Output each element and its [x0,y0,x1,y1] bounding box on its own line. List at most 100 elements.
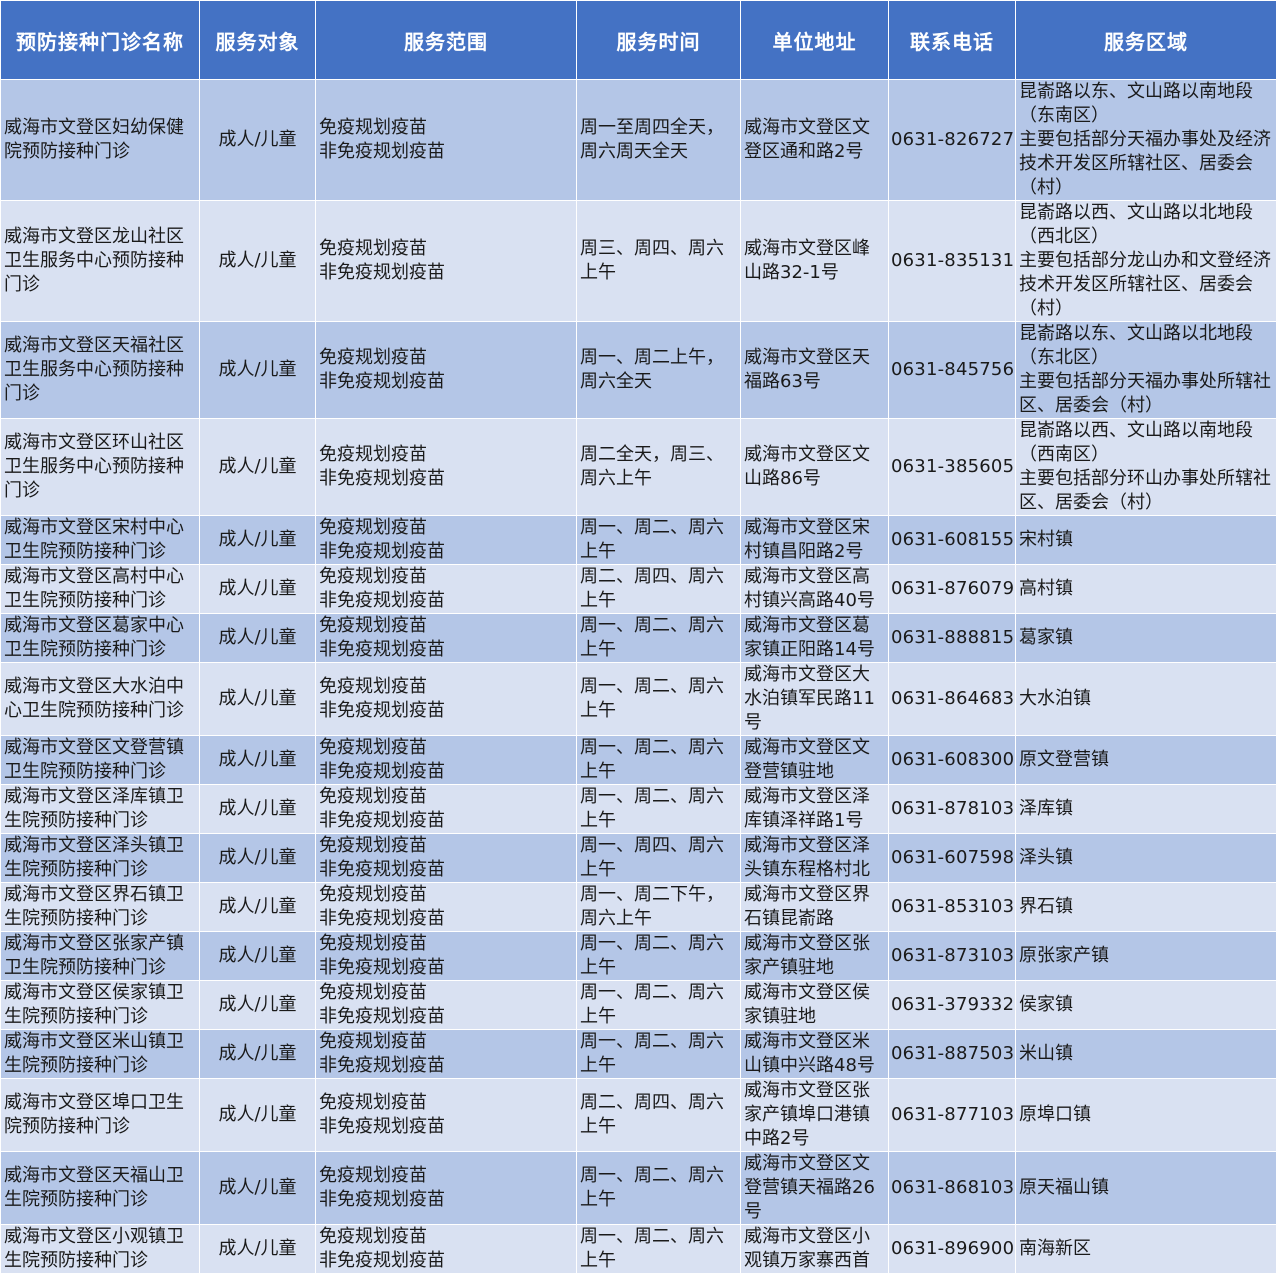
service-area-cell: 大水泊镇 [1016,663,1276,736]
clinic-name-cell: 威海市文登区埠口卫生院预防接种门诊 [1,1079,200,1152]
header-service-scope: 服务范围 [316,1,577,80]
service-target-cell: 成人/儿童 [200,981,316,1030]
service-target-cell: 成人/儿童 [200,419,316,516]
scope-line: 非免疫规划疫苗 [319,467,573,491]
service-time-cell: 周一、周二、周六上午 [577,736,741,785]
table-row: 威海市文登区泽头镇卫生院预防接种门诊成人/儿童免疫规划疫苗非免疫规划疫苗周一、周… [1,834,1276,883]
area-line: 主要包括部分环山办事处所辖社区、居委会（村） [1019,467,1273,515]
table-row: 威海市文登区环山社区卫生服务中心预防接种门诊成人/儿童免疫规划疫苗非免疫规划疫苗… [1,419,1276,516]
clinic-name-cell: 威海市文登区宋村中心卫生院预防接种门诊 [1,516,200,565]
service-area-cell: 界石镇 [1016,883,1276,932]
address-cell: 威海市文登区大水泊镇军民路11号 [741,663,889,736]
address-cell: 威海市文登区张家产镇驻地 [741,932,889,981]
service-scope-cell: 免疫规划疫苗非免疫规划疫苗 [316,785,577,834]
clinic-name-cell: 威海市文登区天福山卫生院预防接种门诊 [1,1152,200,1225]
scope-line: 免疫规划疫苗 [319,981,573,1005]
clinic-name-cell: 威海市文登区大水泊中心卫生院预防接种门诊 [1,663,200,736]
service-area-cell: 泽库镇 [1016,785,1276,834]
area-line: 原文登营镇 [1019,748,1273,772]
service-area-cell: 泽头镇 [1016,834,1276,883]
phone-cell: 0631-8760797 [889,565,1016,614]
address-cell: 威海市文登区文登营镇天福路26号 [741,1152,889,1225]
phone-cell: 0631-8267279 [889,80,1016,201]
clinic-name-cell: 威海市文登区张家产镇卫生院预防接种门诊 [1,932,200,981]
table-row: 威海市文登区文登营镇卫生院预防接种门诊成人/儿童免疫规划疫苗非免疫规划疫苗周一、… [1,736,1276,785]
service-area-cell: 原张家产镇 [1016,932,1276,981]
clinic-name-cell: 威海市文登区米山镇卫生院预防接种门诊 [1,1030,200,1079]
scope-line: 免疫规划疫苗 [319,932,573,956]
address-cell: 威海市文登区高村镇兴高路40号 [741,565,889,614]
clinic-name-cell: 威海市文登区小观镇卫生院预防接种门诊 [1,1225,200,1274]
table-row: 威海市文登区埠口卫生院预防接种门诊成人/儿童免疫规划疫苗非免疫规划疫苗周二、周四… [1,1079,1276,1152]
service-target-cell: 成人/儿童 [200,565,316,614]
scope-line: 非免疫规划疫苗 [319,1188,573,1212]
area-line: 泽头镇 [1019,846,1273,870]
scope-line: 免疫规划疫苗 [319,785,573,809]
scope-line: 免疫规划疫苗 [319,443,573,467]
service-scope-cell: 免疫规划疫苗非免疫规划疫苗 [316,565,577,614]
phone-cell: 0631-8731031 [889,932,1016,981]
service-time-cell: 周二、周四、周六上午 [577,565,741,614]
service-time-cell: 周二、周四、周六上午 [577,1079,741,1152]
scope-line: 非免疫规划疫苗 [319,589,573,613]
scope-line: 免疫规划疫苗 [319,675,573,699]
clinic-name-cell: 威海市文登区龙山社区卫生服务中心预防接种门诊 [1,201,200,322]
header-service-target: 服务对象 [200,1,316,80]
service-target-cell: 成人/儿童 [200,1079,316,1152]
clinic-name-cell: 威海市文登区泽头镇卫生院预防接种门诊 [1,834,200,883]
area-line: 高村镇 [1019,577,1273,601]
clinic-name-cell: 威海市文登区天福社区卫生服务中心预防接种门诊 [1,322,200,419]
service-area-cell: 昆嵛路以西、文山路以南地段（西南区）主要包括部分环山办事处所辖社区、居委会（村） [1016,419,1276,516]
service-time-cell: 周一、周二、周六上午 [577,516,741,565]
table-header-row: 预防接种门诊名称 服务对象 服务范围 服务时间 单位地址 联系电话 服务区域 [1,1,1276,80]
table-row: 威海市文登区侯家镇卫生院预防接种门诊成人/儿童免疫规划疫苗非免疫规划疫苗周一、周… [1,981,1276,1030]
phone-cell: 0631-3856052 [889,419,1016,516]
header-phone: 联系电话 [889,1,1016,80]
area-line: 南海新区 [1019,1237,1273,1261]
scope-line: 免疫规划疫苗 [319,1030,573,1054]
table-row: 威海市文登区宋村中心卫生院预防接种门诊成人/儿童免疫规划疫苗非免疫规划疫苗周一、… [1,516,1276,565]
service-time-cell: 周二全天，周三、周六上午 [577,419,741,516]
header-service-area: 服务区域 [1016,1,1276,80]
phone-cell: 0631-6081553 [889,516,1016,565]
service-scope-cell: 免疫规划疫苗非免疫规划疫苗 [316,516,577,565]
scope-line: 免疫规划疫苗 [319,1091,573,1115]
address-cell: 威海市文登区泽头镇东程格村北 [741,834,889,883]
service-target-cell: 成人/儿童 [200,1030,316,1079]
service-scope-cell: 免疫规划疫苗非免疫规划疫苗 [316,1225,577,1274]
area-line: 宋村镇 [1019,528,1273,552]
scope-line: 免疫规划疫苗 [319,834,573,858]
service-area-cell: 昆嵛路以西、文山路以北地段（西北区）主要包括部分龙山办和文登经济技术开发区所辖社… [1016,201,1276,322]
service-time-cell: 周一至周四全天，周六周天全天 [577,80,741,201]
service-time-cell: 周一、周二、周六上午 [577,932,741,981]
service-scope-cell: 免疫规划疫苗非免疫规划疫苗 [316,1079,577,1152]
table-row: 威海市文登区葛家中心卫生院预防接种门诊成人/儿童免疫规划疫苗非免疫规划疫苗周一、… [1,614,1276,663]
phone-cell: 0631-8888152 [889,614,1016,663]
clinic-name-cell: 威海市文登区葛家中心卫生院预防接种门诊 [1,614,200,663]
service-time-cell: 周一、周二下午，周六上午 [577,883,741,932]
service-time-cell: 周一、周四、周六上午 [577,834,741,883]
service-target-cell: 成人/儿童 [200,834,316,883]
scope-line: 非免疫规划疫苗 [319,1115,573,1139]
scope-line: 免疫规划疫苗 [319,1225,573,1249]
service-target-cell: 成人/儿童 [200,201,316,322]
service-time-cell: 周一、周二、周六上午 [577,981,741,1030]
area-line: 昆嵛路以西、文山路以南地段（西南区） [1019,419,1273,467]
phone-cell: 0631-8875034 [889,1030,1016,1079]
area-line: 原天福山镇 [1019,1176,1273,1200]
area-line: 昆嵛路以东、文山路以南地段（东南区） [1019,80,1273,128]
service-scope-cell: 免疫规划疫苗非免疫规划疫苗 [316,736,577,785]
vaccination-clinic-table: 预防接种门诊名称 服务对象 服务范围 服务时间 单位地址 联系电话 服务区域 威… [0,0,1276,1274]
service-scope-cell: 免疫规划疫苗非免疫规划疫苗 [316,1152,577,1225]
table-row: 威海市文登区龙山社区卫生服务中心预防接种门诊成人/儿童免疫规划疫苗非免疫规划疫苗… [1,201,1276,322]
area-line: 原张家产镇 [1019,944,1273,968]
table-row: 威海市文登区米山镇卫生院预防接种门诊成人/儿童免疫规划疫苗非免疫规划疫苗周一、周… [1,1030,1276,1079]
service-area-cell: 南海新区 [1016,1225,1276,1274]
table-row: 威海市文登区高村中心卫生院预防接种门诊成人/儿童免疫规划疫苗非免疫规划疫苗周二、… [1,565,1276,614]
scope-line: 非免疫规划疫苗 [319,809,573,833]
service-time-cell: 周三、周四、周六上午 [577,201,741,322]
service-time-cell: 周一、周二上午，周六全天 [577,322,741,419]
service-time-cell: 周一、周二、周六上午 [577,663,741,736]
service-scope-cell: 免疫规划疫苗非免疫规划疫苗 [316,80,577,201]
scope-line: 非免疫规划疫苗 [319,370,573,394]
